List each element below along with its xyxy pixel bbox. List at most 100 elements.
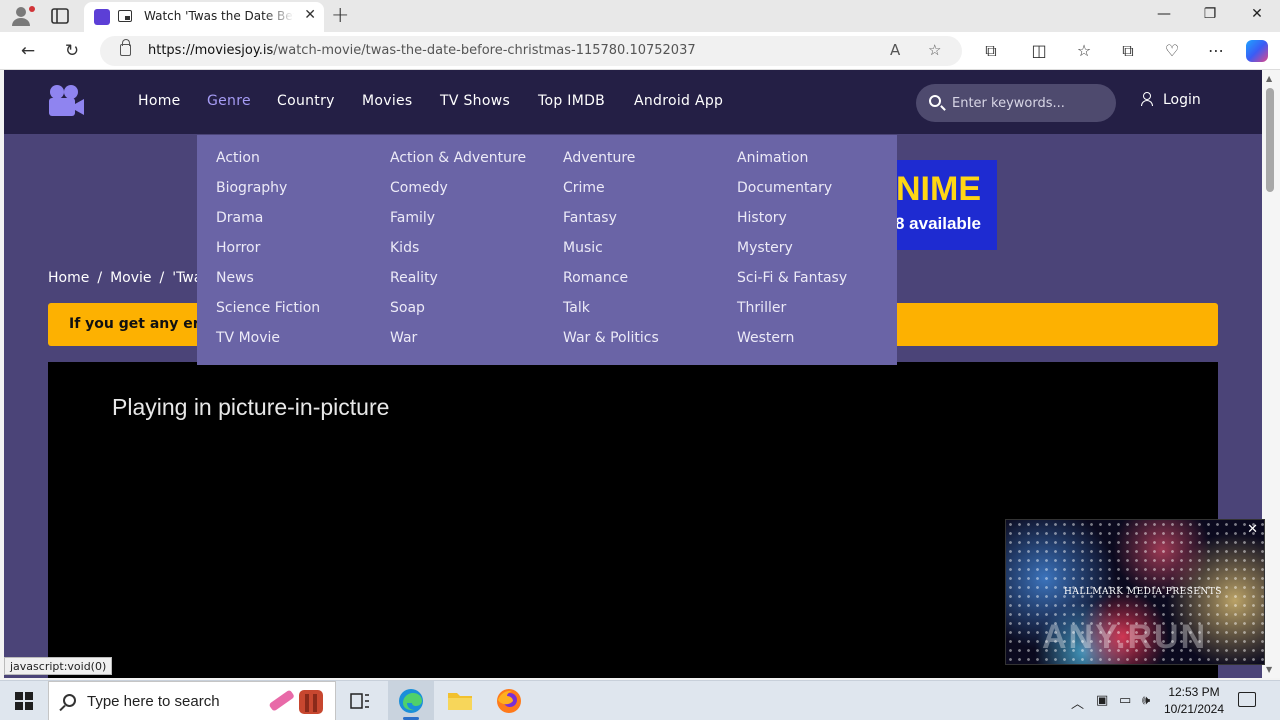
taskbar-file-explorer-app[interactable] [437, 681, 483, 720]
genre-animation[interactable]: Animation [737, 150, 808, 166]
firefox-icon [497, 689, 521, 713]
close-window-button[interactable]: ✕ [1247, 6, 1267, 22]
genre-news[interactable]: News [216, 270, 254, 286]
genre-crime[interactable]: Crime [563, 180, 605, 196]
lock-icon[interactable] [120, 39, 131, 56]
genre-comedy[interactable]: Comedy [390, 180, 448, 196]
genre-action[interactable]: Action [216, 150, 260, 166]
genre-drama[interactable]: Drama [216, 210, 263, 226]
genre-science-fiction[interactable]: Science Fiction [216, 300, 320, 316]
copilot-icon[interactable] [1246, 40, 1268, 62]
genre-western[interactable]: Western [737, 330, 794, 346]
browser-essentials-icon[interactable]: ♡ [1161, 41, 1183, 60]
breadcrumb-home[interactable]: Home [48, 270, 89, 286]
favorite-star-icon[interactable]: ☆ [928, 41, 941, 59]
genre-tv-movie[interactable]: TV Movie [216, 330, 280, 346]
nav-genre[interactable]: Genre [207, 93, 251, 109]
genre-sci-fi-fantasy[interactable]: Sci-Fi & Fantasy [737, 270, 847, 286]
nav-android-app[interactable]: Android App [634, 93, 723, 109]
scroll-up-icon[interactable]: ▲ [1266, 74, 1272, 83]
taskbar-search-icon [63, 694, 76, 707]
taskbar-firefox-app[interactable] [486, 681, 532, 720]
genre-fantasy[interactable]: Fantasy [563, 210, 617, 226]
task-view-icon[interactable] [350, 692, 370, 710]
read-aloud-icon[interactable]: A [890, 41, 900, 59]
breadcrumb-movie[interactable]: Movie [110, 270, 151, 286]
ad-subline: 8 available [894, 214, 981, 233]
notification-dot [29, 6, 35, 12]
search-box[interactable] [916, 84, 1116, 122]
favorites-icon[interactable]: ☆ [1073, 41, 1095, 60]
link-status-tooltip: javascript:void(0) [4, 657, 113, 675]
genre-kids[interactable]: Kids [390, 240, 419, 256]
tray-overflow-icon[interactable]: ︿ [1071, 693, 1084, 712]
notifications-icon[interactable] [1238, 692, 1256, 707]
new-tab-button[interactable]: + [331, 3, 349, 28]
minimize-button[interactable]: — [1154, 6, 1174, 22]
user-icon [1141, 92, 1153, 106]
genre-music[interactable]: Music [563, 240, 603, 256]
genre-war-politics[interactable]: War & Politics [563, 330, 659, 346]
ad-headline: NIME [896, 170, 981, 208]
taskbar-search-input[interactable] [87, 682, 257, 720]
anyrun-watermark: ANY.RUN [1042, 618, 1208, 656]
pip-caption: HALLMARK MEDIA PRESENTS [1064, 587, 1222, 597]
genre-war[interactable]: War [390, 330, 417, 346]
genre-history[interactable]: History [737, 210, 787, 226]
pip-video-window[interactable]: HALLMARK MEDIA PRESENTS ANY.RUN ✕ [1005, 519, 1265, 665]
restore-button[interactable]: ❐ [1200, 6, 1220, 22]
address-bar[interactable]: https://moviesjoy.is/watch-movie/twas-th… [100, 36, 962, 66]
extensions-icon[interactable]: ⧉ [980, 41, 1002, 61]
tray-device-icon[interactable]: ▣ [1096, 693, 1108, 708]
volume-icon[interactable]: 🕪 [1142, 693, 1150, 708]
genre-romance[interactable]: Romance [563, 270, 628, 286]
login-button[interactable]: Login [1141, 92, 1201, 112]
breadcrumb-separator: / [97, 270, 103, 286]
site-header: Home Genre Country Movies TV Shows Top IMDB An… [4, 70, 1262, 134]
tab-actions-icon[interactable] [50, 6, 70, 26]
tab-close-icon[interactable]: ✕ [304, 7, 316, 23]
genre-biography[interactable]: Biography [216, 180, 287, 196]
nav-tv-shows[interactable]: TV Shows [440, 93, 510, 109]
pip-close-icon[interactable]: ✕ [1247, 522, 1258, 537]
scrollbar-thumb[interactable] [1266, 88, 1274, 192]
nav-movies[interactable]: Movies [362, 93, 413, 109]
url-text[interactable]: https://moviesjoy.is/watch-movie/twas-th… [148, 43, 696, 58]
genre-adventure[interactable]: Adventure [563, 150, 635, 166]
genre-documentary[interactable]: Documentary [737, 180, 832, 196]
split-screen-icon[interactable]: ◫ [1028, 41, 1050, 60]
system-clock[interactable]: 12:53 PM 10/21/2024 [1160, 684, 1228, 718]
windows-start-icon[interactable] [15, 692, 33, 710]
genre-action-adventure[interactable]: Action & Adventure [390, 150, 526, 166]
taskbar-search-box[interactable] [48, 681, 336, 720]
search-icon[interactable] [929, 95, 941, 107]
genre-reality[interactable]: Reality [390, 270, 438, 286]
site-logo-camera-icon[interactable] [47, 84, 85, 118]
genre-talk[interactable]: Talk [563, 300, 590, 316]
genre-family[interactable]: Family [390, 210, 435, 226]
active-tab[interactable]: Watch 'Twas the Date Before Christmas ✕ [84, 2, 324, 32]
nav-home[interactable]: Home [138, 93, 181, 109]
nav-country[interactable]: Country [277, 93, 335, 109]
search-highlight-art-icon [269, 690, 323, 714]
browser-tab-strip: Watch 'Twas the Date Before Christmas ✕ … [0, 0, 1280, 32]
breadcrumb: Home / Movie / 'Twas [48, 270, 210, 286]
refresh-icon[interactable]: ↻ [61, 41, 83, 61]
nav-top-imdb[interactable]: Top IMDB [538, 93, 605, 109]
tab-title: Watch 'Twas the Date Before Christmas [144, 9, 294, 23]
genre-soap[interactable]: Soap [390, 300, 425, 316]
collections-icon[interactable]: ⧉ [1117, 41, 1139, 61]
genre-horror[interactable]: Horror [216, 240, 260, 256]
edge-icon [399, 689, 423, 713]
scroll-down-icon[interactable]: ▼ [1266, 665, 1272, 674]
genre-thriller[interactable]: Thriller [737, 300, 786, 316]
search-input[interactable] [952, 84, 1107, 122]
picture-in-picture-icon [118, 10, 132, 22]
more-menu-icon[interactable]: ⋯ [1205, 41, 1227, 60]
taskbar-edge-app[interactable] [388, 681, 434, 720]
network-icon[interactable]: ▭ [1119, 693, 1131, 708]
breadcrumb-separator: / [159, 270, 165, 286]
folder-icon [448, 693, 472, 710]
back-arrow-icon[interactable]: ← [17, 41, 39, 61]
genre-mystery[interactable]: Mystery [737, 240, 793, 256]
